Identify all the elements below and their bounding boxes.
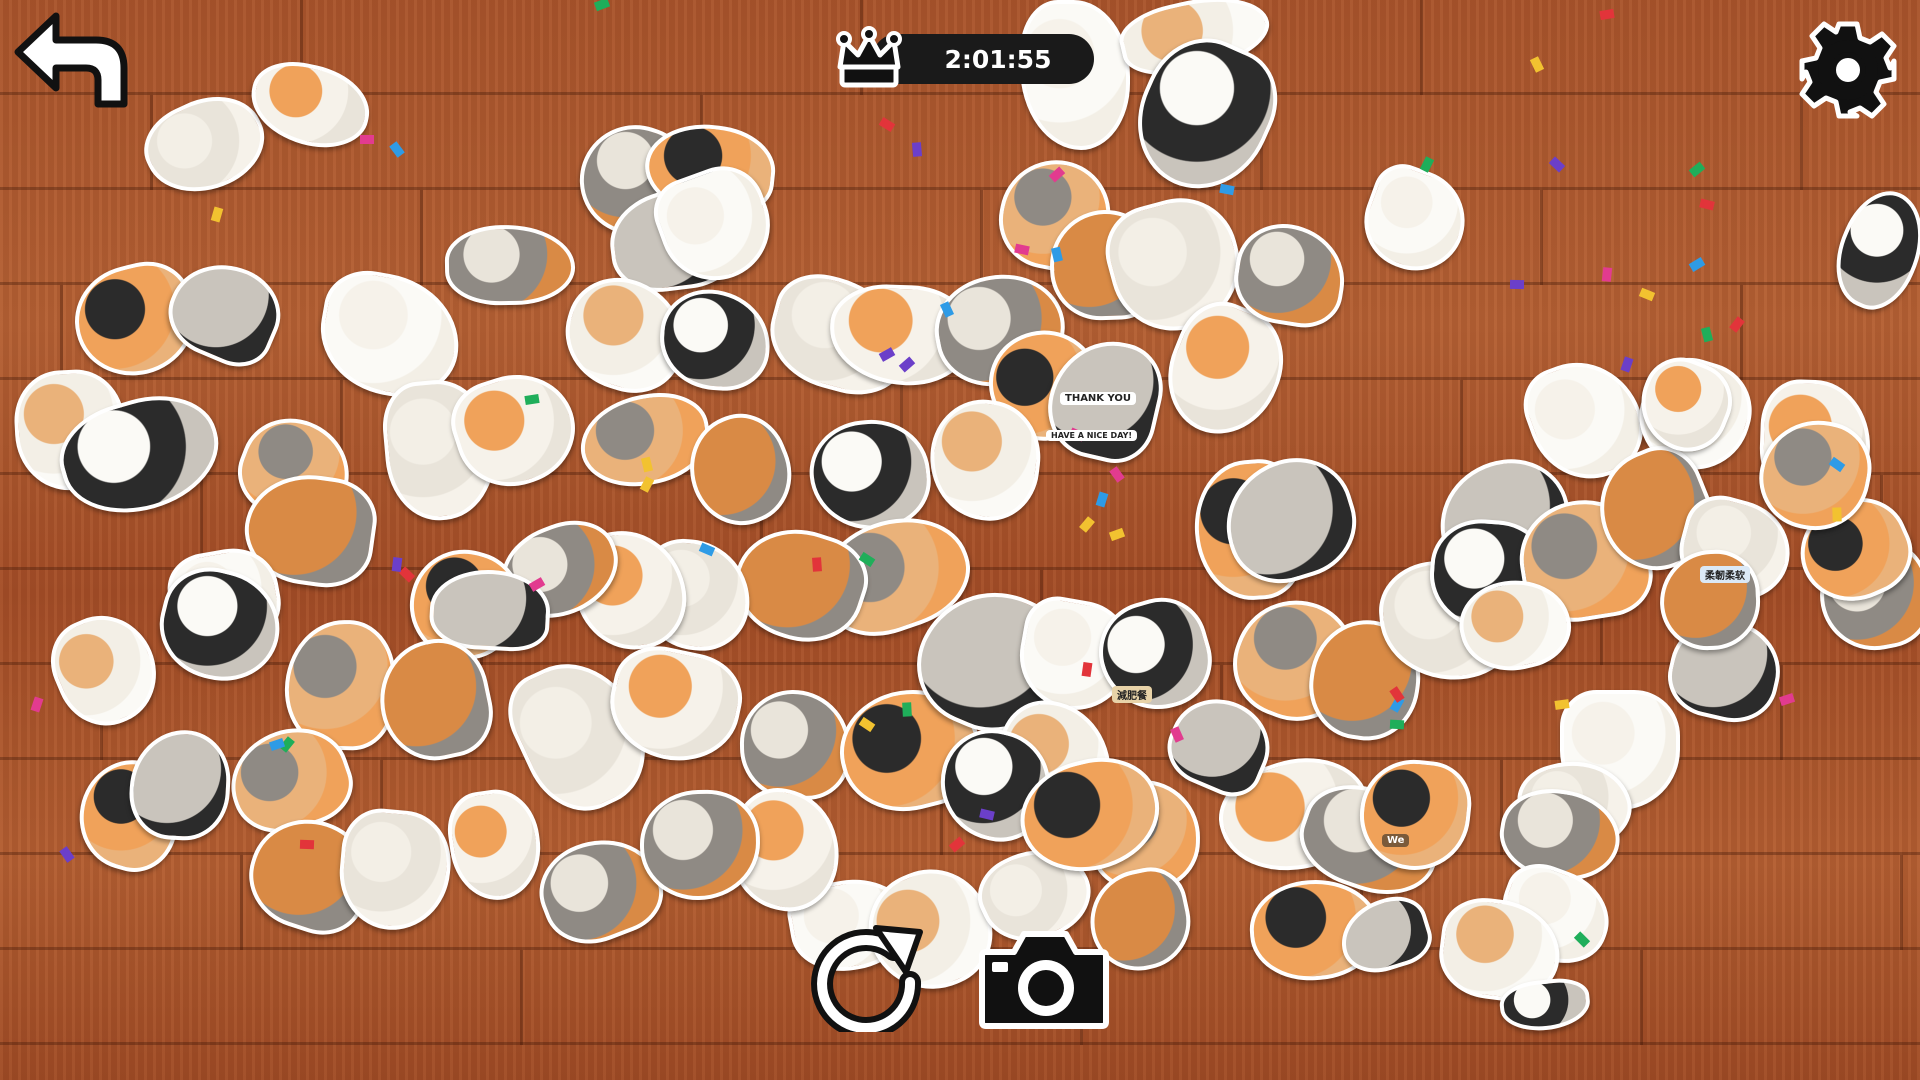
restart-icon: [811, 925, 923, 1039]
crown-icon: [836, 26, 902, 88]
confetti-piece: [299, 839, 315, 850]
confetti-piece: [812, 557, 822, 572]
confetti-piece: [902, 702, 912, 717]
timer-display: 2:01:55: [832, 26, 1094, 88]
box-sticker-text: 減肥餐: [1112, 686, 1152, 703]
back-arrow-icon: [14, 12, 128, 108]
settings-button[interactable]: [1796, 18, 1900, 122]
confetti-piece: [1554, 699, 1570, 710]
camera-button[interactable]: [976, 926, 1112, 1030]
confetti-piece: [360, 135, 374, 144]
confetti-piece: [1081, 661, 1093, 678]
confetti-piece: [1601, 267, 1613, 282]
nice-day-sticker-text: HAVE A NICE DAY!: [1046, 430, 1138, 441]
confetti-piece: [911, 142, 923, 157]
gear-icon: [1799, 21, 1897, 119]
confetti-piece: [391, 557, 403, 572]
back-button[interactable]: [12, 10, 130, 110]
camera-icon: [979, 931, 1109, 1029]
tissue-sticker-text: 柔韌柔软: [1700, 566, 1750, 583]
cup-sticker-text: We: [1382, 834, 1410, 847]
restart-button[interactable]: [806, 920, 930, 1039]
thank-you-sticker-text: THANK YOU: [1060, 392, 1137, 405]
confetti-piece: [1509, 279, 1525, 290]
confetti-piece: [1389, 719, 1405, 730]
confetti-piece: [1832, 507, 1842, 522]
